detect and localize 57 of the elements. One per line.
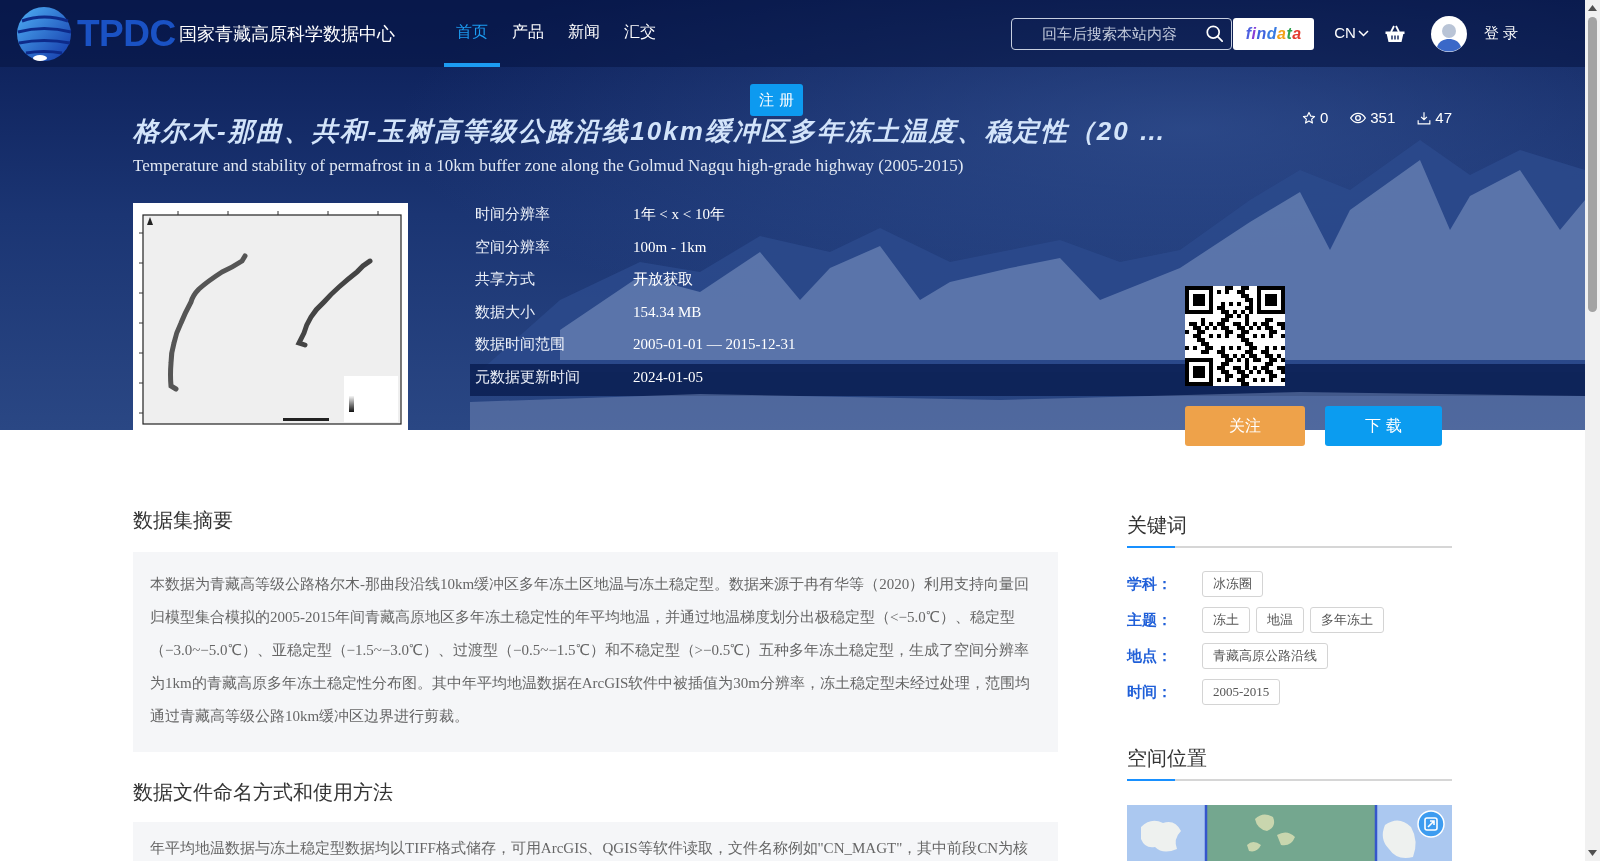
section-heading: 空间位置 — [1127, 746, 1208, 771]
keyword-category-label: 地点： — [1127, 645, 1173, 666]
file-naming-text: 年平均地温数据与冻土稳定型数据均以TIFF格式储存，可用ArcGIS、QGIS等软件读取，文件名称例如"CN_MAGT"，其中前段CN为核 — [150, 839, 1030, 858]
keyword-category-label: 学科： — [1127, 573, 1173, 594]
dataset-subtitle: Temperature and stability of permafrost in a 10km buffer zone along the Golmud Nagqu high-grade highway (2005-2015) — [133, 155, 965, 177]
scrollbar[interactable] — [1585, 0, 1600, 861]
metadata-value: 2024-01-05 — [633, 367, 703, 387]
star-icon[interactable] — [1301, 111, 1316, 125]
search-icon[interactable] — [1206, 24, 1224, 42]
metadata-value: 100m - 1km — [633, 237, 707, 257]
keyword-tag[interactable]: 2005-2015 — [1202, 679, 1281, 705]
keyword-tag[interactable]: 地温 — [1256, 607, 1304, 633]
section-heading: 数据集摘要 — [133, 508, 234, 533]
keyword-category-label: 时间： — [1127, 681, 1173, 702]
metadata-value: 1年 < x < 10年 — [633, 205, 725, 224]
nav-tab[interactable]: 新闻 — [556, 0, 612, 67]
nav-tab[interactable]: 首页 — [444, 0, 500, 67]
avatar-icon[interactable] — [1430, 15, 1467, 52]
language-selector[interactable]: CN — [1334, 22, 1369, 45]
globe-logo-icon — [16, 4, 72, 63]
metadata-label: 元数据更新时间 — [475, 366, 581, 387]
keyword-tag[interactable]: 冰冻圈 — [1202, 571, 1263, 597]
view-count: 351 — [1370, 108, 1396, 128]
abstract-text: 本数据为青藏高等级公路格尔木-那曲段沿线10km缓冲区多年冻土区地温与冻土稳定型。数据来源于冉有华等（2020）利用支持向量回归模型集合模拟的2005-2015年间青藏高原地区多年冻土稳定性的年平均地温，并通过地温梯度划分出极稳定型（<−5.0℃）、稳定型（−3.0~−5.0℃）、亚稳定型（−1.5~−3.0℃）、过渡型（−0.5~−1.5℃）和不稳定型（>−0.5℃）五种多年冻土稳定型，生成了空间分辨率为1km的青藏高原多年冻土稳定性分布图。其中年平均地温数据在ArcGIS软件中被插值为30m分辨率，冻土稳定型未经过处理，范围均通过青藏高等级公路10km缓冲区边界进行剪裁。 — [150, 575, 1031, 726]
metadata-value: 154.34 MB — [633, 302, 702, 322]
eye-icon — [1350, 112, 1367, 124]
metadata-label: 数据大小 — [475, 301, 536, 322]
section-heading: 关键词 — [1127, 513, 1188, 538]
metadata-label: 空间分辨率 — [475, 236, 551, 257]
shopping-basket-icon[interactable] — [1384, 24, 1405, 43]
keyword-tag[interactable]: 多年冻土 — [1310, 607, 1384, 633]
download-icon[interactable] — [1417, 111, 1432, 125]
keyword-tag[interactable]: 冻土 — [1202, 607, 1250, 633]
chevron-down-icon — [1357, 30, 1369, 37]
nav-tab[interactable]: 产品 — [500, 0, 556, 67]
login-link[interactable]: 登 录 — [1483, 22, 1518, 45]
scroll-up-arrow-icon[interactable] — [1588, 5, 1597, 11]
map-drawing[interactable] — [1127, 805, 1452, 861]
metadata-label: 共享方式 — [475, 269, 536, 289]
keyword-tag[interactable]: 青藏高原公路沿线 — [1202, 643, 1328, 669]
scroll-down-arrow-icon[interactable] — [1588, 850, 1597, 856]
site-name[interactable]: 国家青藏高原科学数据中心 — [178, 21, 395, 46]
section-heading: 数据文件命名方式和使用方法 — [133, 780, 394, 805]
findata-button[interactable]: findata — [1233, 17, 1315, 50]
metadata-value: 开放获取 — [633, 270, 693, 289]
download-count: 47 — [1435, 108, 1452, 128]
scrollbar-thumb[interactable] — [1588, 17, 1597, 312]
metadata-label: 数据时间范围 — [475, 334, 566, 354]
dataset-title: 格尔木-那曲、共和-玉树高等级公路沿线10km缓冲区多年冻土温度、稳定性（20 … — [133, 116, 1168, 146]
metadata-value: 2005-01-01 — 2015-12-31 — [633, 335, 796, 354]
qr-code-icon — [1185, 286, 1285, 386]
metadata-label: 时间分辨率 — [475, 204, 551, 224]
favorite-count: 0 — [1319, 108, 1329, 128]
expand-icon[interactable] — [1417, 810, 1445, 838]
nav-tab[interactable]: 汇交 — [612, 0, 668, 67]
keyword-category-label: 主题： — [1127, 609, 1173, 630]
search-field[interactable]: 回车后搜索本站内容 — [1011, 17, 1233, 50]
